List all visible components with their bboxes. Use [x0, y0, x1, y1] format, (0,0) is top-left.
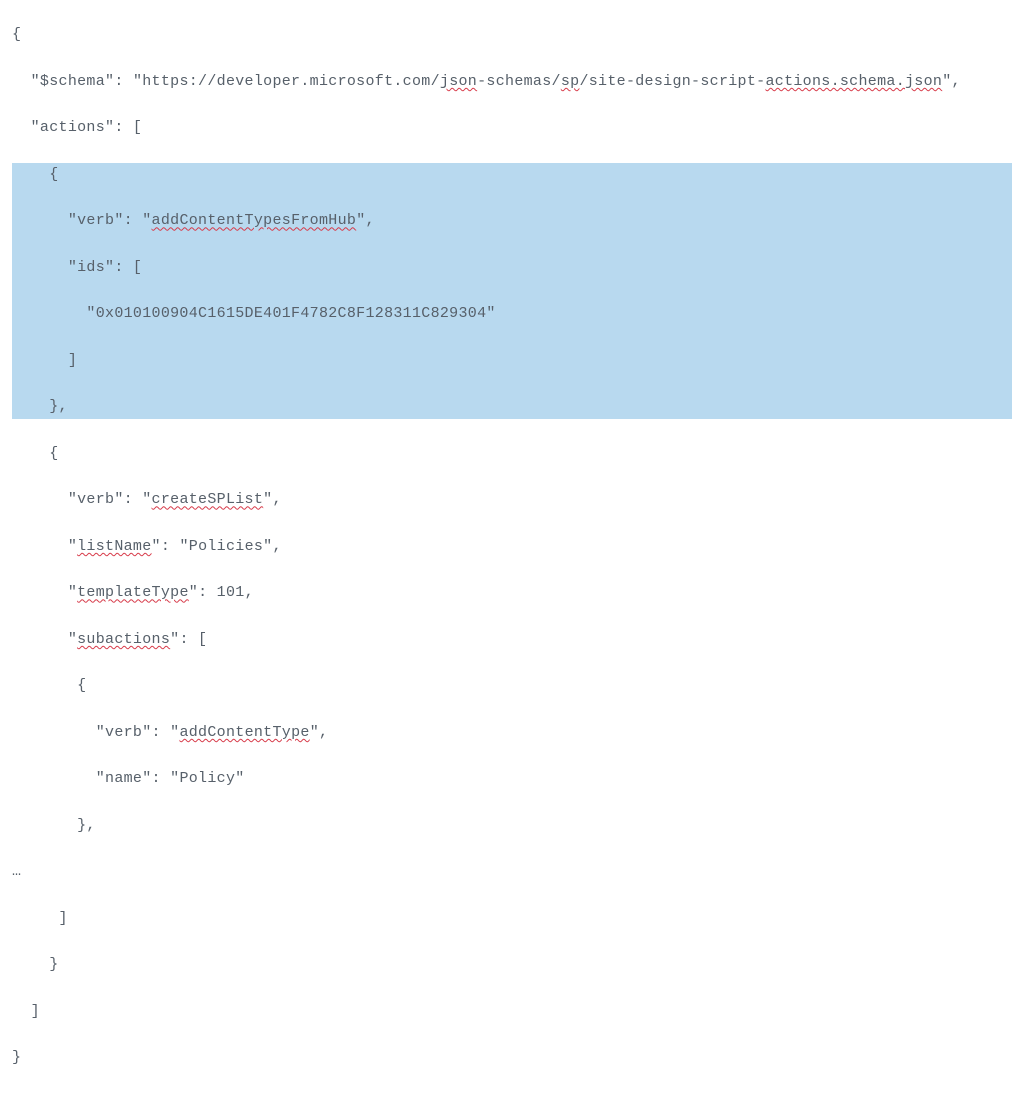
- json-key: "actions": [31, 119, 115, 136]
- json-key: "name": [96, 770, 152, 787]
- code-line: "ids": [: [12, 256, 1012, 279]
- code-line: "verb": "addContentType",: [12, 721, 1012, 744]
- ellipsis: …: [12, 863, 21, 880]
- code-line: "subactions": [: [12, 628, 1012, 651]
- code-line: {: [12, 674, 1012, 697]
- json-string: "addContentType": [170, 724, 319, 741]
- json-string: "createSPList": [142, 491, 272, 508]
- code-line: {: [12, 163, 1012, 186]
- json-code-block: { "$schema": "https://developer.microsof…: [0, 0, 1024, 1093]
- code-line: "verb": "createSPList",: [12, 488, 1012, 511]
- code-line: ]: [12, 907, 1012, 930]
- json-string: "addContentTypesFromHub": [142, 212, 365, 229]
- code-line: },: [12, 814, 1012, 837]
- code-line: …: [12, 860, 1012, 883]
- code-line: "name": "Policy": [12, 767, 1012, 790]
- json-string: "0x010100904C1615DE401F4782C8F128311C829…: [86, 305, 495, 322]
- code-line: }: [12, 1046, 1012, 1069]
- code-line: "$schema": "https://developer.microsoft.…: [12, 70, 1012, 93]
- code-line: "0x010100904C1615DE401F4782C8F128311C829…: [12, 302, 1012, 325]
- json-key: "$schema": [31, 73, 115, 90]
- code-line: "actions": [: [12, 116, 1012, 139]
- json-key: "verb": [96, 724, 152, 741]
- code-line: ]: [12, 1000, 1012, 1023]
- json-key: "subactions": [68, 631, 180, 648]
- json-string: "Policy": [170, 770, 244, 787]
- code-line: ]: [12, 349, 1012, 372]
- code-line: {: [12, 442, 1012, 465]
- json-string: "https://developer.microsoft.com/json-sc…: [133, 73, 952, 90]
- code-line: },: [12, 395, 1012, 418]
- json-key: "verb": [68, 491, 124, 508]
- code-line: }: [12, 953, 1012, 976]
- json-string: "Policies": [179, 538, 272, 555]
- code-line: "templateType": 101,: [12, 581, 1012, 604]
- highlighted-region[interactable]: { "verb": "addContentTypesFromHub", "ids…: [12, 163, 1012, 419]
- json-number: 101: [217, 584, 245, 601]
- code-line: {: [12, 23, 1012, 46]
- json-key: "verb": [68, 212, 124, 229]
- json-key: "templateType": [68, 584, 198, 601]
- json-key: "ids": [68, 259, 115, 276]
- code-line: "listName": "Policies",: [12, 535, 1012, 558]
- code-line: "verb": "addContentTypesFromHub",: [12, 209, 1012, 232]
- json-key: "listName": [68, 538, 161, 555]
